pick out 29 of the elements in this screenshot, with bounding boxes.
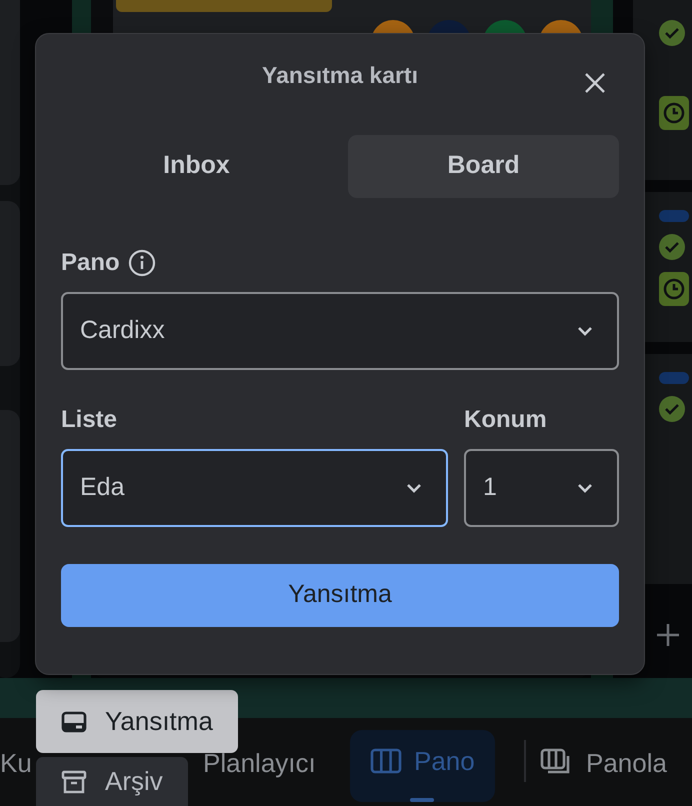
select-field[interactable]: Cardixx [61, 292, 619, 370]
submit-button[interactable]: Yansıtma [61, 564, 619, 626]
menu-item[interactable]: Yansıtma [36, 690, 238, 753]
archive-icon [61, 770, 87, 794]
chevron-down-icon [577, 326, 593, 336]
select-field[interactable]: 1 [464, 448, 619, 526]
field-label: Konum [464, 404, 547, 434]
tab[interactable]: Board [348, 134, 619, 198]
chevron-down-icon [577, 482, 593, 492]
clock-icon [658, 96, 689, 130]
field-label: Liste [61, 404, 118, 434]
label-bar [658, 210, 689, 222]
card-icon [61, 710, 87, 732]
dialog-title: Yansıtma kartı [262, 62, 418, 88]
check-icon [658, 20, 685, 46]
select-field[interactable]: Eda [61, 448, 448, 526]
check-icon [658, 396, 685, 422]
check-icon [658, 234, 685, 260]
clock-icon [658, 272, 689, 306]
plus-icon[interactable] [654, 622, 681, 648]
info-icon[interactable] [128, 248, 156, 276]
nav-tab[interactable]: Panola [540, 746, 667, 780]
menu-item[interactable]: Arşiv [36, 757, 188, 806]
nav-tab[interactable]: Ku [0, 746, 32, 780]
chevron-down-icon [406, 482, 422, 492]
label-bar [658, 372, 689, 384]
tab[interactable]: Inbox [61, 134, 332, 198]
field-label: Pano [61, 248, 120, 278]
columns-icon [370, 747, 402, 775]
